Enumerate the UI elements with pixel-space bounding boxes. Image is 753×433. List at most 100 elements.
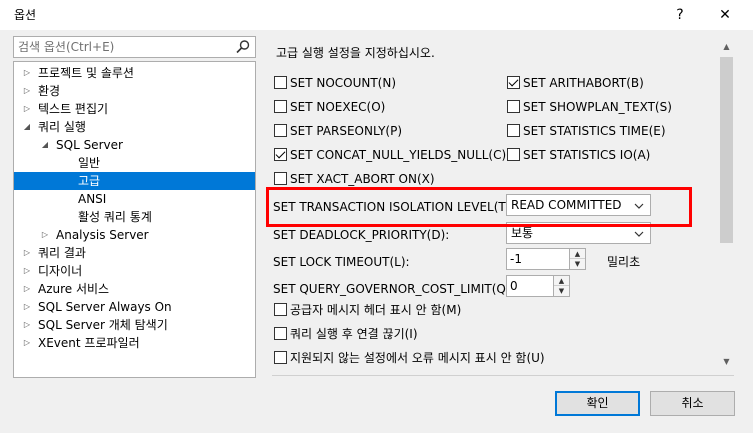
tree-item-label: XEvent 프로파일러 <box>38 336 140 350</box>
close-button[interactable]: ✕ <box>713 4 737 26</box>
spin-buttons: ▲ ▼ <box>569 249 585 269</box>
chevron-down-icon[interactable] <box>632 227 646 241</box>
deadlock-priority-value: 보통 <box>511 226 534 240</box>
tree-item-label: 쿼리 결과 <box>38 246 86 260</box>
expand-icon[interactable]: ▷ <box>22 334 32 352</box>
expand-icon[interactable]: ▷ <box>22 100 32 118</box>
tree-item-label: 텍스트 편집기 <box>38 102 109 116</box>
expand-icon[interactable]: ▷ <box>22 244 32 262</box>
settings-pane: 고급 실행 설정을 지정하십시오. SET NOCOUNT(N) SET NOE… <box>262 30 753 380</box>
isolation-level-value: READ COMMITTED <box>511 198 622 212</box>
expand-icon[interactable]: ▷ <box>22 280 32 298</box>
scroll-thumb[interactable] <box>720 57 733 243</box>
spin-down-icon[interactable]: ▼ <box>554 286 569 296</box>
chevron-down-icon[interactable] <box>632 199 646 213</box>
tree-item-label: SQL Server Always On <box>38 300 172 314</box>
checkbox-box[interactable] <box>274 351 287 364</box>
checkbox-label: 공급자 메시지 헤더 표시 안 함(M) <box>290 303 462 317</box>
deadlock-priority-dropdown[interactable]: 보통 <box>506 222 651 244</box>
checkbox-box[interactable] <box>274 100 287 113</box>
search-box <box>13 36 256 58</box>
expand-icon[interactable]: ▷ <box>40 226 50 244</box>
tree-item-label: 활성 쿼리 통계 <box>78 210 152 224</box>
expand-icon[interactable]: ▷ <box>22 298 32 316</box>
tree-item-object-explorer[interactable]: ▷ SQL Server 개체 탐색기 <box>14 316 255 334</box>
spin-down-icon[interactable]: ▼ <box>570 259 585 269</box>
spin-buttons: ▲ ▼ <box>553 276 569 296</box>
tree-item-text-editor[interactable]: ▷ 텍스트 편집기 <box>14 100 255 118</box>
tree-item-label: 쿼리 실행 <box>38 120 86 134</box>
tree-item-label: 환경 <box>38 84 61 98</box>
cancel-button[interactable]: 취소 <box>650 391 735 416</box>
query-governor-label: SET QUERY_GOVERNOR_COST_LIMIT(Q): <box>273 282 515 296</box>
scroll-down-icon[interactable]: ▼ <box>718 353 735 370</box>
checkbox-label: SET ARITHABORT(B) <box>523 76 644 90</box>
checkbox-label: SET SHOWPLAN_TEXT(S) <box>523 100 672 114</box>
checkbox-box[interactable] <box>274 327 287 340</box>
checkbox-box[interactable] <box>274 76 287 89</box>
tree-item-advanced[interactable]: 고급 <box>14 172 255 190</box>
divider <box>272 375 734 376</box>
lock-timeout-spinbox[interactable]: -1 ▲ ▼ <box>506 248 586 270</box>
collapse-icon[interactable]: ◢ <box>40 136 50 154</box>
lock-timeout-unit: 밀리초 <box>607 255 641 269</box>
checkbox-label: SET PARSEONLY(P) <box>290 124 403 138</box>
checkbox-box[interactable] <box>274 124 287 137</box>
options-dialog: 옵션 ? ✕ ▷ 프로젝트 및 솔루션 ▷ 환경 ▷ 텍스트 편집기 <box>0 0 753 433</box>
title-bar: 옵션 ? ✕ <box>0 0 753 30</box>
tree-item-analysis-server[interactable]: ▷ Analysis Server <box>14 226 255 244</box>
tree-item-projects-solutions[interactable]: ▷ 프로젝트 및 솔루션 <box>14 64 255 82</box>
checkbox-box[interactable] <box>507 76 520 89</box>
scroll-up-icon[interactable]: ▲ <box>718 38 735 55</box>
query-governor-spinbox[interactable]: 0 ▲ ▼ <box>506 275 570 297</box>
checkbox-label: SET STATISTICS IO(A) <box>523 148 651 162</box>
tree-item-label: 프로젝트 및 솔루션 <box>38 66 134 80</box>
help-button[interactable]: ? <box>668 4 692 26</box>
expand-icon[interactable]: ▷ <box>22 64 32 82</box>
tree-item-environment[interactable]: ▷ 환경 <box>14 82 255 100</box>
tree-item-sql-server[interactable]: ◢ SQL Server <box>14 136 255 154</box>
checkbox-box[interactable] <box>274 172 287 185</box>
checkbox-box[interactable] <box>274 303 287 316</box>
tree-item-always-on[interactable]: ▷ SQL Server Always On <box>14 298 255 316</box>
spin-up-icon[interactable]: ▲ <box>554 276 569 286</box>
expand-icon[interactable]: ▷ <box>22 262 32 280</box>
search-input[interactable] <box>18 39 228 55</box>
window-title: 옵션 <box>14 8 37 22</box>
checkbox-box[interactable] <box>274 148 287 161</box>
collapse-icon[interactable]: ◢ <box>22 118 32 136</box>
checkbox-label: SET XACT_ABORT ON(X) <box>290 172 435 186</box>
checkbox-box[interactable] <box>507 124 520 137</box>
tree-item-label: Azure 서비스 <box>38 282 110 296</box>
tree-item-azure-services[interactable]: ▷ Azure 서비스 <box>14 280 255 298</box>
spin-up-icon[interactable]: ▲ <box>570 249 585 259</box>
settings-scrollbar[interactable]: ▲ ▼ <box>718 38 735 370</box>
options-tree: ▷ 프로젝트 및 솔루션 ▷ 환경 ▷ 텍스트 편집기 ◢ 쿼리 실행 ◢ SQ… <box>13 61 256 378</box>
search-icon[interactable] <box>235 39 251 55</box>
tree-item-label: 일반 <box>78 156 101 170</box>
tree-item-active-query-stats[interactable]: 활성 쿼리 통계 <box>14 208 255 226</box>
checkbox-label: SET NOCOUNT(N) <box>290 76 397 90</box>
lock-timeout-value[interactable]: -1 <box>510 251 522 267</box>
checkbox-label: 지원되지 않는 설정에서 오류 메시지 표시 안 함(U) <box>290 351 545 365</box>
tree-item-xevent-profiler[interactable]: ▷ XEvent 프로파일러 <box>14 334 255 352</box>
isolation-level-label: SET TRANSACTION ISOLATION LEVEL(T): <box>273 200 515 214</box>
settings-heading: 고급 실행 설정을 지정하십시오. <box>276 46 435 60</box>
checkbox-box[interactable] <box>507 148 520 161</box>
tree-item-label: SQL Server 개체 탐색기 <box>38 318 168 332</box>
tree-item-general[interactable]: 일반 <box>14 154 255 172</box>
isolation-level-dropdown[interactable]: READ COMMITTED <box>506 194 651 216</box>
tree-item-ansi[interactable]: ANSI <box>14 190 255 208</box>
tree-item-query-results[interactable]: ▷ 쿼리 결과 <box>14 244 255 262</box>
expand-icon[interactable]: ▷ <box>22 82 32 100</box>
tree-item-query-execution[interactable]: ◢ 쿼리 실행 <box>14 118 255 136</box>
deadlock-priority-label: SET DEADLOCK_PRIORITY(D): <box>273 228 450 242</box>
tree-item-label: 고급 <box>78 174 101 188</box>
ok-button[interactable]: 확인 <box>555 391 640 416</box>
tree-item-label: ANSI <box>78 192 107 206</box>
checkbox-box[interactable] <box>507 100 520 113</box>
expand-icon[interactable]: ▷ <box>22 316 32 334</box>
checkbox-label: 쿼리 실행 후 연결 끊기(I) <box>290 327 418 341</box>
query-governor-value[interactable]: 0 <box>510 278 518 294</box>
tree-item-designers[interactable]: ▷ 디자이너 <box>14 262 255 280</box>
